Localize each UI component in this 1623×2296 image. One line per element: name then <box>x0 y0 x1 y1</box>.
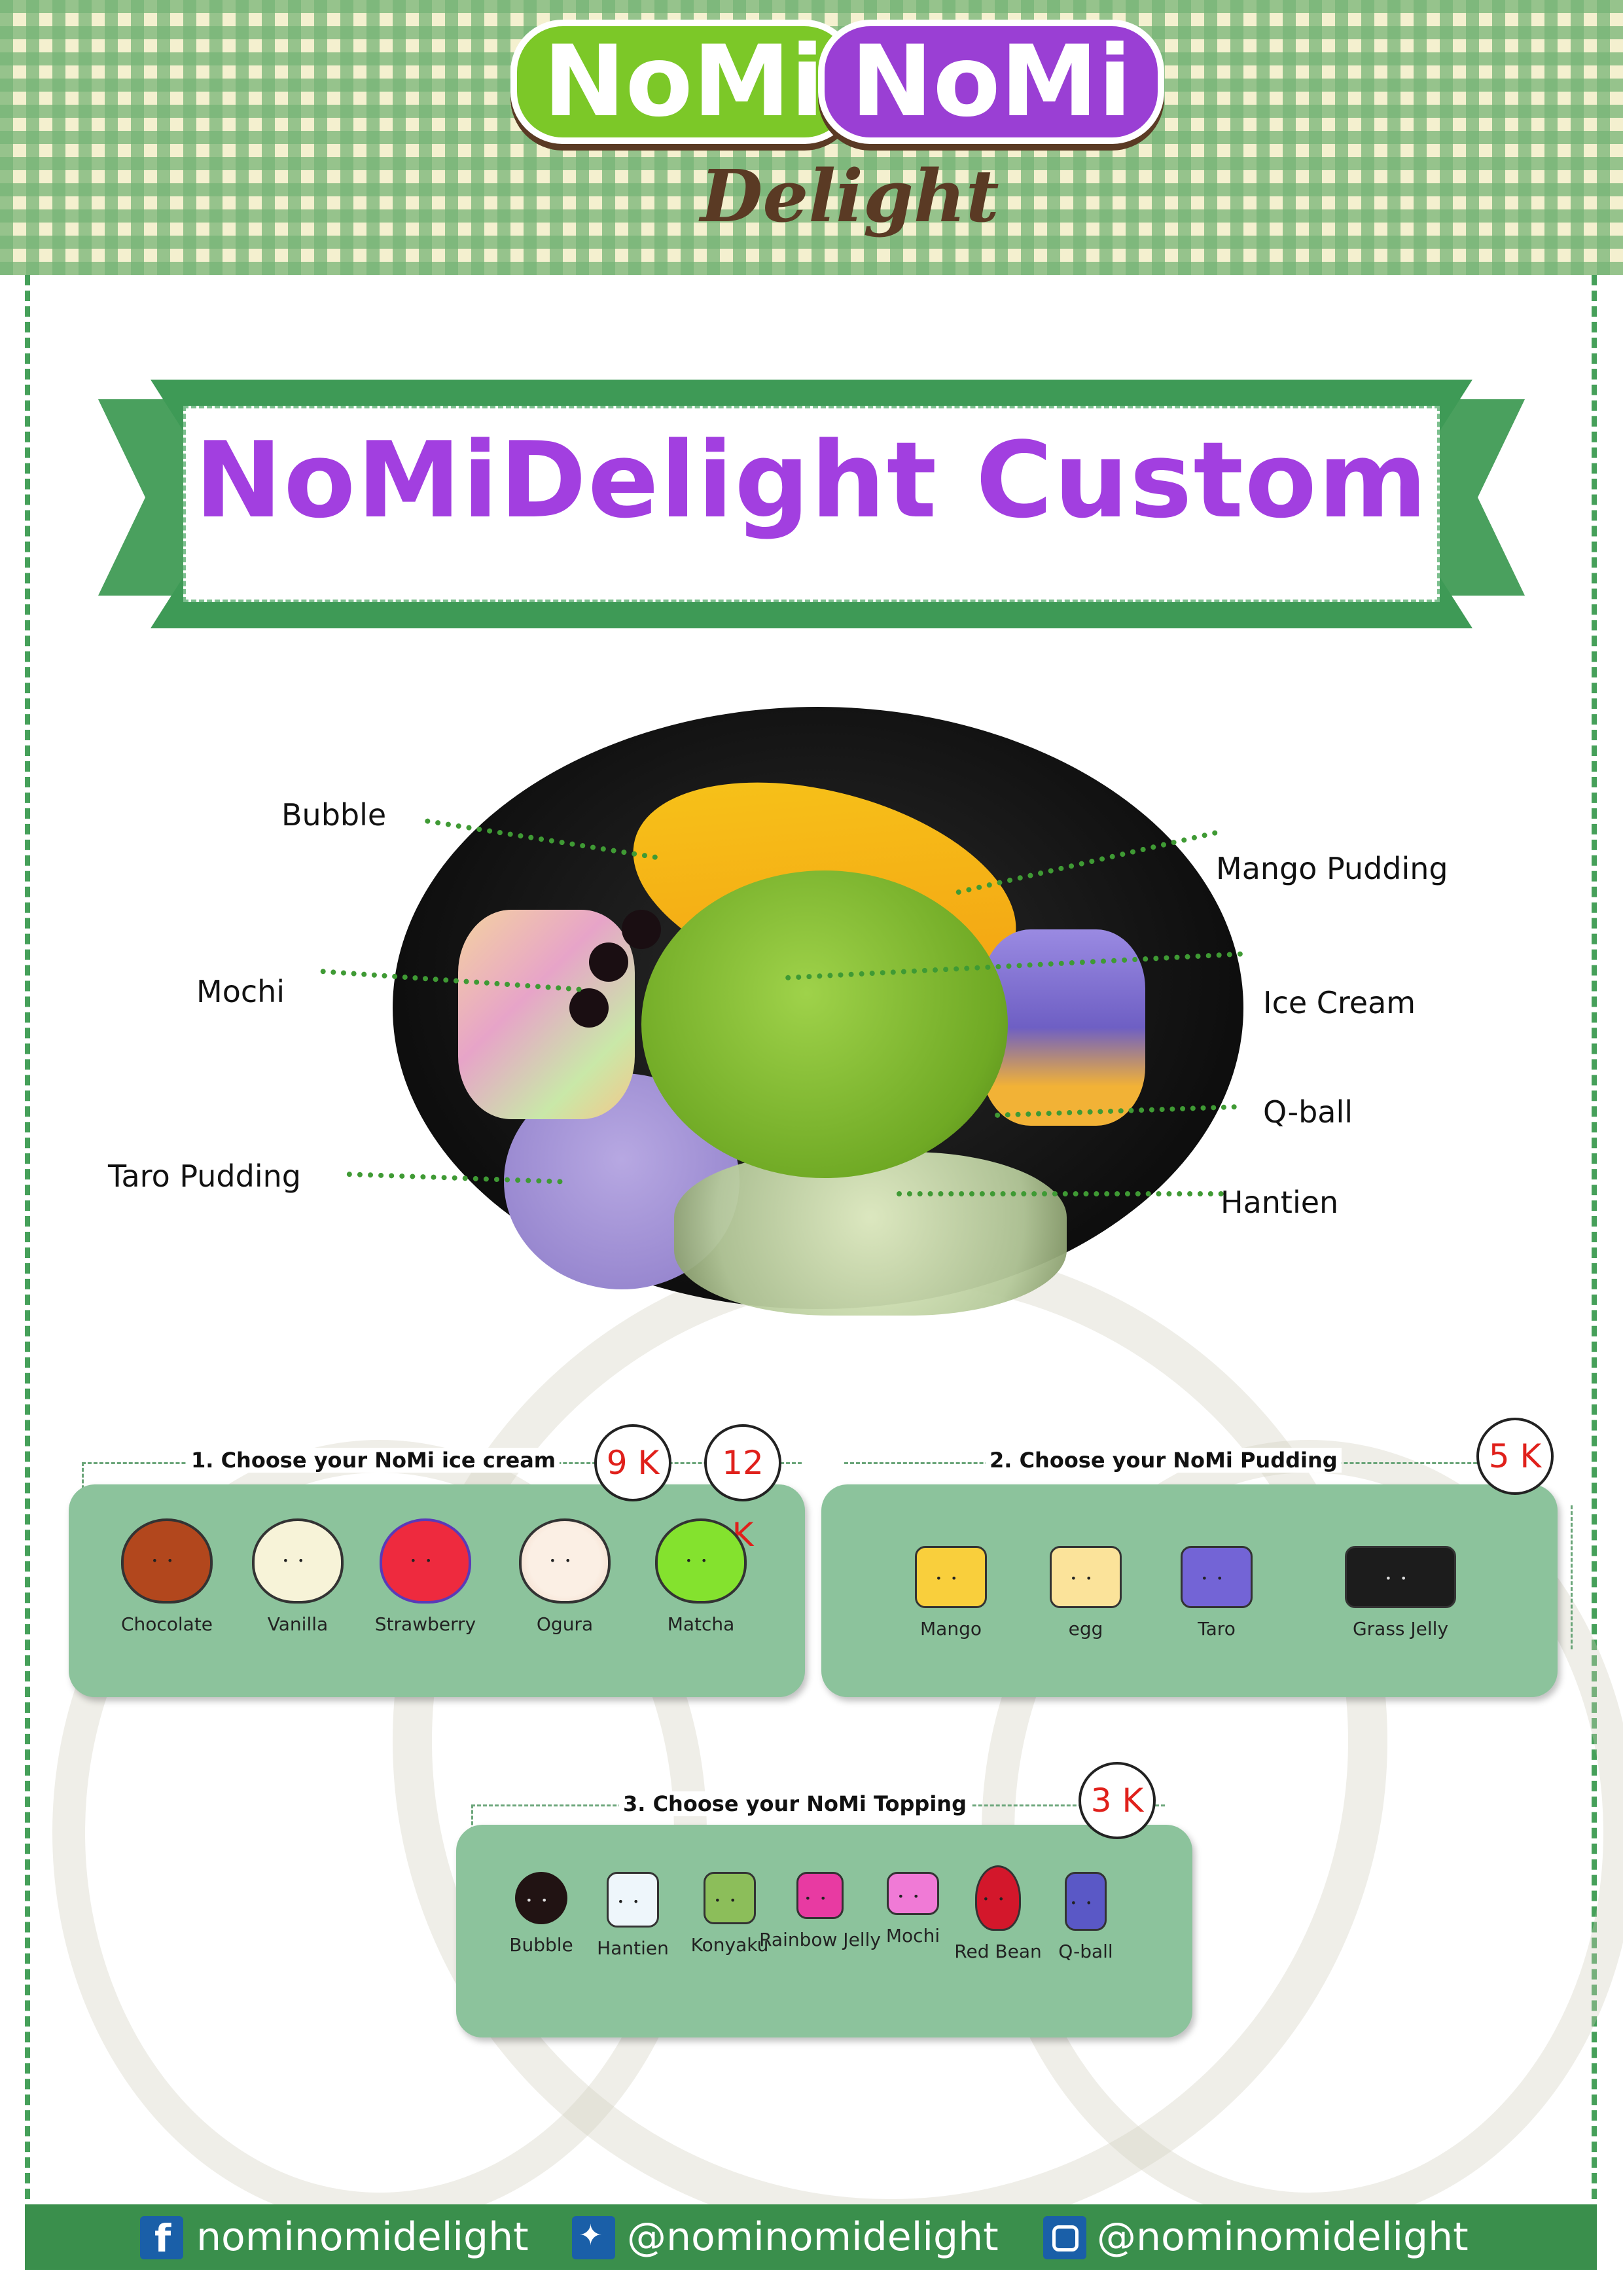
instagram-icon[interactable] <box>1043 2216 1086 2259</box>
facebook-icon[interactable]: f <box>140 2216 183 2261</box>
ogura-scoop-icon: •• <box>519 1518 611 1604</box>
hantien-photo <box>674 1152 1067 1316</box>
label-q-ball: Q-ball <box>1263 1094 1353 1130</box>
mango-pudding-icon: •• <box>915 1546 987 1608</box>
option-label: Chocolate <box>120 1613 213 1635</box>
ice-cream-option-strawberry[interactable]: •• Strawberry <box>363 1518 488 1635</box>
price-badge-3k: 3 K <box>1079 1762 1156 1839</box>
logo-nomi-green: NoMi <box>510 20 857 144</box>
pudding-option-egg[interactable]: •• egg <box>1024 1546 1148 1640</box>
twitter-icon[interactable]: ✦ <box>572 2216 615 2259</box>
label-taro-pudding: Taro Pudding <box>108 1158 301 1194</box>
twitter-handle[interactable]: @nominomidelight <box>627 2206 999 2269</box>
ice-cream-option-ogura[interactable]: •• Ogura <box>503 1518 627 1635</box>
ice-cream-option-matcha[interactable]: •• Matcha <box>639 1518 763 1635</box>
label-ice-cream: Ice Cream <box>1263 985 1416 1020</box>
ice-cream-option-chocolate[interactable]: •• Chocolate <box>105 1518 229 1635</box>
hantien-topping-icon: •• <box>607 1872 659 1928</box>
pudding-option-taro[interactable]: •• Taro <box>1154 1546 1279 1640</box>
bubble-topping-icon: •• <box>515 1872 567 1924</box>
option-label: Strawberry <box>374 1613 476 1635</box>
option-label: Taro <box>1198 1618 1236 1640</box>
bubble-photo <box>589 942 628 982</box>
option-label: Vanilla <box>267 1613 329 1635</box>
step3-title: 3. Choose your NoMi Topping <box>619 1791 971 1816</box>
price-badge-9k: 9 K <box>594 1424 671 1501</box>
label-bubble: Bubble <box>281 797 387 833</box>
rainbow-jelly-topping-icon: •• <box>796 1872 844 1919</box>
topping-option-q-ball[interactable]: •• Q-ball <box>1024 1872 1148 1962</box>
banner-title: NoMiDelight Custom <box>194 419 1429 541</box>
option-label: egg <box>1068 1618 1103 1640</box>
instagram-handle[interactable]: @nominomidelight <box>1097 2206 1469 2269</box>
facebook-handle[interactable]: nominomidelight <box>196 2206 529 2269</box>
bubble-photo <box>622 910 661 949</box>
matcha-scoop-icon: •• <box>655 1518 747 1604</box>
grass-jelly-icon: •• <box>1345 1546 1456 1608</box>
option-label: Ogura <box>536 1613 594 1635</box>
step2-title: 2. Choose your NoMi Pudding <box>986 1448 1342 1473</box>
price-badge-12k: 12 K <box>704 1424 781 1554</box>
label-mochi: Mochi <box>196 974 285 1009</box>
pudding-option-grass-jelly[interactable]: •• Grass Jelly <box>1335 1546 1466 1640</box>
label-mango-pudding: Mango Pudding <box>1216 851 1448 886</box>
egg-pudding-icon: •• <box>1050 1546 1122 1608</box>
taro-pudding-icon: •• <box>1181 1546 1253 1608</box>
ice-cream-option-vanilla[interactable]: •• Vanilla <box>236 1518 360 1635</box>
option-label: Matcha <box>667 1613 735 1635</box>
step1-title: 1. Choose your NoMi ice cream <box>187 1448 560 1473</box>
vanilla-scoop-icon: •• <box>252 1518 344 1604</box>
bubble-photo <box>569 988 609 1028</box>
strawberry-scoop-icon: •• <box>380 1518 471 1604</box>
chocolate-scoop-icon: •• <box>121 1518 213 1604</box>
label-hantien: Hantien <box>1221 1185 1339 1220</box>
price-badge-5k: 5 K <box>1476 1418 1554 1495</box>
logo-delight: Delight <box>700 154 999 238</box>
card2-dash-side <box>1571 1505 1573 1649</box>
mochi-topping-icon: •• <box>887 1872 939 1915</box>
konyaku-topping-icon: •• <box>704 1872 756 1924</box>
pudding-option-mango[interactable]: •• Mango <box>889 1546 1013 1640</box>
mochi-photo <box>458 910 635 1119</box>
ice-cream-scoop-photo <box>641 870 1008 1178</box>
option-label: Mango <box>920 1618 982 1640</box>
border-dash-left <box>25 275 30 2199</box>
red-bean-topping-icon: •• <box>975 1865 1021 1931</box>
q-ball-topping-icon: •• <box>1065 1872 1107 1931</box>
option-label: Grass Jelly <box>1352 1618 1449 1640</box>
leader-hantien <box>897 1191 1224 1196</box>
logo-nomi-purple: NoMi <box>818 20 1165 144</box>
option-label: Q-ball <box>1058 1941 1113 1962</box>
